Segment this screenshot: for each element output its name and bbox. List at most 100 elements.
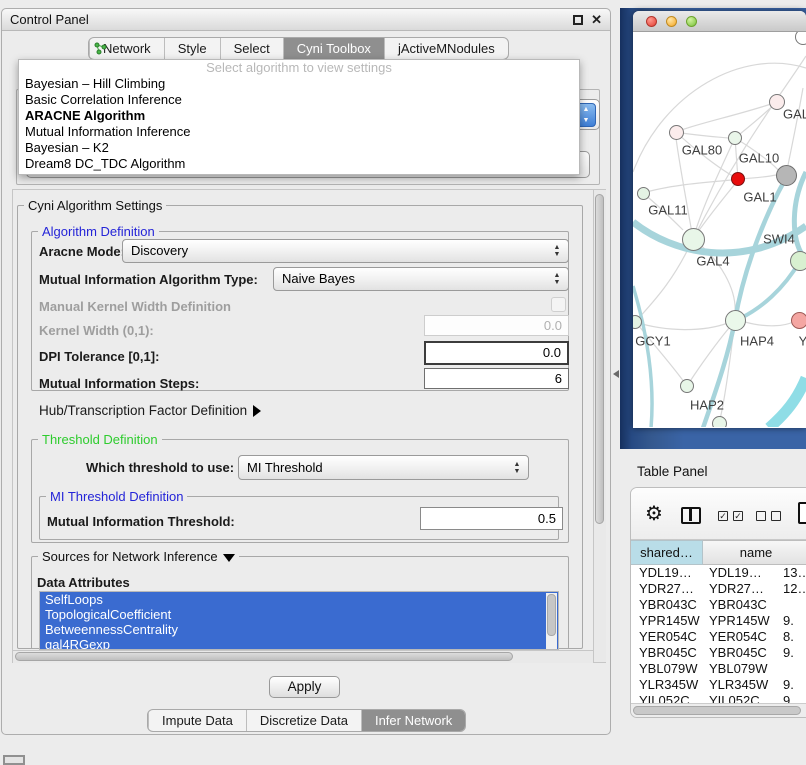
horizontal-scrollbar-thumb[interactable] xyxy=(15,652,513,661)
dropdown-item[interactable]: Mutual Information Inference xyxy=(19,124,579,140)
attribute-list-item[interactable]: gal4RGexp xyxy=(40,637,558,650)
dropdown-item[interactable]: Bayesian – K2 xyxy=(19,140,579,156)
mi-type-combobox[interactable]: Naive Bayes ▲▼ xyxy=(273,267,569,291)
network-node-label: SWI4 xyxy=(763,232,795,247)
tab[interactable]: jActiveMNodules xyxy=(384,38,508,59)
tab[interactable]: Infer Network xyxy=(361,710,465,731)
deselect-all-icon[interactable] xyxy=(756,511,781,521)
combo-stepper-icon[interactable]: ▲▼ xyxy=(551,268,563,290)
group-title: Algorithm Definition xyxy=(38,224,159,239)
expand-right-icon xyxy=(253,405,261,417)
mi-steps-value: 6 xyxy=(555,371,562,386)
dropdown-item[interactable]: Basic Correlation Inference xyxy=(19,92,579,108)
network-node[interactable] xyxy=(712,416,727,428)
list-scrollbar-thumb[interactable] xyxy=(547,594,556,636)
collapsed-panel-icon[interactable] xyxy=(3,755,25,765)
close-traffic-light[interactable] xyxy=(646,16,657,27)
network-node[interactable] xyxy=(776,165,797,186)
network-node[interactable] xyxy=(731,172,745,186)
column-view-icon[interactable] xyxy=(681,507,701,524)
vertical-scrollbar-thumb[interactable] xyxy=(595,194,604,524)
sources-title: Sources for Network Inference xyxy=(42,549,218,564)
sources-collapse-header[interactable]: Sources for Network Inference xyxy=(38,549,239,564)
kernel-width-label: Kernel Width (0,1): xyxy=(39,323,154,338)
data-attributes-list: SelfLoops TopologicalCoefficient Between… xyxy=(39,591,559,650)
group-title: Cyni Algorithm Settings xyxy=(24,198,166,213)
group-title: Threshold Definition xyxy=(38,432,162,447)
table-row[interactable]: YDR27… YDR27… 12… xyxy=(631,581,806,597)
list-scrollbar[interactable] xyxy=(546,593,557,649)
float-window-icon[interactable] xyxy=(573,15,583,25)
network-node-label: HAP2 xyxy=(690,398,724,413)
network-view-window: GALGAL80GAL10GAL1GAL11GAL4SWI4GCY1HAP4YH… xyxy=(633,11,806,428)
table-header-row: shared… name xyxy=(631,540,806,565)
dpi-tolerance-field[interactable]: 0.0 xyxy=(424,341,569,365)
dropdown-item[interactable]: ARACNE Algorithm xyxy=(19,108,579,124)
tab[interactable]: Select xyxy=(220,38,283,59)
tab[interactable]: Style xyxy=(164,38,220,59)
network-node-label: HAP4 xyxy=(740,334,774,349)
dropdown-item[interactable]: Dream8 DC_TDC Algorithm xyxy=(19,156,579,172)
minimize-traffic-light[interactable] xyxy=(666,16,677,27)
kernel-width-field[interactable]: 0.0 xyxy=(424,315,569,336)
table-row[interactable]: YBR045C YBR045C 9. xyxy=(631,645,806,661)
algorithm-dropdown-popup: Select algorithm to view settings Bayesi… xyxy=(18,59,580,175)
table-horizontal-scrollbar[interactable] xyxy=(631,703,806,717)
table-panel-title: Table Panel xyxy=(637,464,708,479)
network-icon xyxy=(94,42,107,55)
export-table-icon[interactable] xyxy=(798,502,806,524)
attribute-list-item[interactable]: BetweennessCentrality xyxy=(40,622,558,637)
network-node[interactable] xyxy=(790,251,806,271)
select-all-icon[interactable]: ✓✓ xyxy=(718,511,743,521)
column-header[interactable]: name xyxy=(703,540,806,565)
network-node[interactable] xyxy=(791,312,806,329)
vertical-scrollbar[interactable] xyxy=(593,190,606,662)
mi-steps-field[interactable]: 6 xyxy=(424,368,569,389)
dpi-tolerance-value: 0.0 xyxy=(543,345,561,360)
aracne-mode-combobox[interactable]: Discovery ▲▼ xyxy=(122,239,569,263)
manual-kernel-checkbox[interactable] xyxy=(551,297,566,312)
table-row[interactable]: YBL079W YBL079W xyxy=(631,661,806,677)
hub-definition-expander[interactable]: Hub/Transcription Factor Definition xyxy=(39,403,261,418)
table-row[interactable]: YBR043C YBR043C xyxy=(631,597,806,613)
apply-button[interactable]: Apply xyxy=(269,676,340,698)
network-node[interactable] xyxy=(680,379,694,393)
aracne-mode-value: Discovery xyxy=(131,243,188,258)
hub-definition-label: Hub/Transcription Factor Definition xyxy=(39,403,247,418)
which-threshold-value: MI Threshold xyxy=(247,460,323,475)
table-row[interactable]: YDL19… YDL19… 13… xyxy=(631,565,806,581)
dropdown-item[interactable]: Bayesian – Hill Climbing xyxy=(19,76,579,92)
attribute-list-item[interactable]: TopologicalCoefficient xyxy=(40,607,558,622)
tab[interactable]: Cyni Toolbox xyxy=(283,38,384,59)
split-pane-collapse-icon[interactable] xyxy=(613,370,619,378)
horizontal-scrollbar[interactable] xyxy=(13,650,593,663)
network-window-titlebar[interactable] xyxy=(633,11,806,32)
mi-type-value: Naive Bayes xyxy=(282,271,355,286)
dropdown-item-list: Bayesian – Hill Climbing Basic Correlati… xyxy=(19,76,579,172)
table-row[interactable]: YPR145W YPR145W 9. xyxy=(631,613,806,629)
attribute-list-item[interactable]: SelfLoops xyxy=(40,592,558,607)
network-node-label: GAL4 xyxy=(696,254,729,269)
combo-stepper-icon[interactable]: ▲▼ xyxy=(551,240,563,262)
table-row[interactable]: YLR345W YLR345W 9. xyxy=(631,677,806,693)
column-header[interactable]: shared… xyxy=(631,540,703,565)
control-panel: Control Panel ✕ Network Style Select Cyn… xyxy=(1,8,611,735)
network-edges xyxy=(633,32,806,427)
zoom-traffic-light[interactable] xyxy=(686,16,697,27)
combo-stepper-icon[interactable]: ▲▼ xyxy=(511,456,523,479)
which-threshold-combobox[interactable]: MI Threshold ▲▼ xyxy=(238,455,529,480)
network-canvas[interactable]: GALGAL80GAL10GAL1GAL11GAL4SWI4GCY1HAP4YH… xyxy=(633,32,806,427)
table-scrollbar-thumb[interactable] xyxy=(633,706,801,715)
tab[interactable]: Impute Data xyxy=(148,710,246,731)
network-node[interactable] xyxy=(669,125,684,140)
table-row[interactable]: YER054C YER054C 8. xyxy=(631,629,806,645)
tab[interactable]: Discretize Data xyxy=(246,710,361,731)
settings-gear-icon[interactable]: ⚙ xyxy=(645,504,663,524)
close-icon[interactable]: ✕ xyxy=(591,11,602,29)
mi-threshold-field[interactable]: 0.5 xyxy=(420,507,563,530)
network-node[interactable] xyxy=(725,310,746,331)
network-node[interactable] xyxy=(637,187,650,200)
network-node[interactable] xyxy=(728,131,742,145)
network-node-label: GCY1 xyxy=(635,334,670,349)
network-node[interactable] xyxy=(682,228,705,251)
